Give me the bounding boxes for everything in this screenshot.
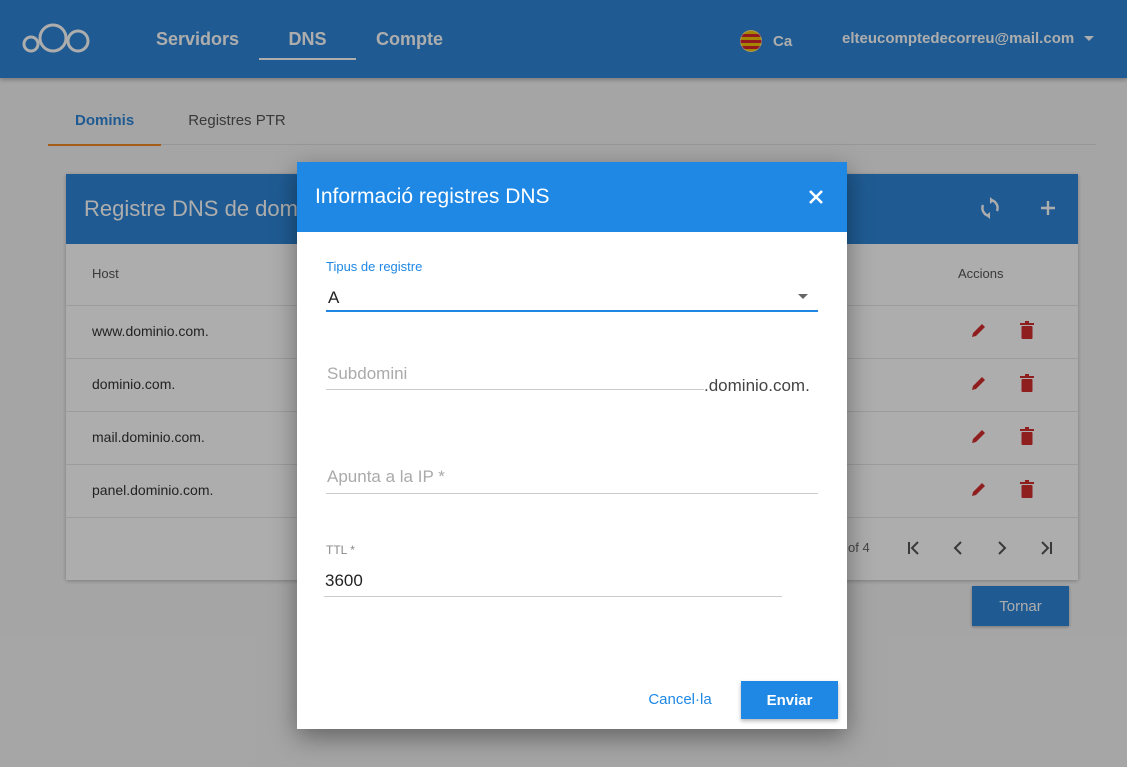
subdomain-input[interactable]	[326, 358, 704, 390]
cancel-button[interactable]: Cancel·la	[640, 680, 720, 718]
subdomain-suffix: .dominio.com.	[704, 376, 810, 395]
record-type-label: Tipus de registre	[326, 259, 423, 274]
dialog-actions: Cancel·la Enviar	[297, 680, 847, 720]
record-type-value: A	[328, 288, 340, 307]
dns-record-dialog: Informació registres DNS Tipus de regist…	[297, 162, 847, 729]
dialog-title: Informació registres DNS	[315, 185, 550, 208]
submit-button[interactable]: Enviar	[741, 681, 838, 719]
ttl-input[interactable]	[324, 565, 782, 597]
ttl-label: TTL *	[326, 543, 355, 557]
ip-input[interactable]	[326, 460, 818, 494]
record-type-select[interactable]: A	[326, 284, 818, 312]
dialog-header: Informació registres DNS	[297, 162, 847, 232]
close-icon[interactable]	[805, 186, 827, 208]
dropdown-arrow-icon	[798, 294, 808, 299]
